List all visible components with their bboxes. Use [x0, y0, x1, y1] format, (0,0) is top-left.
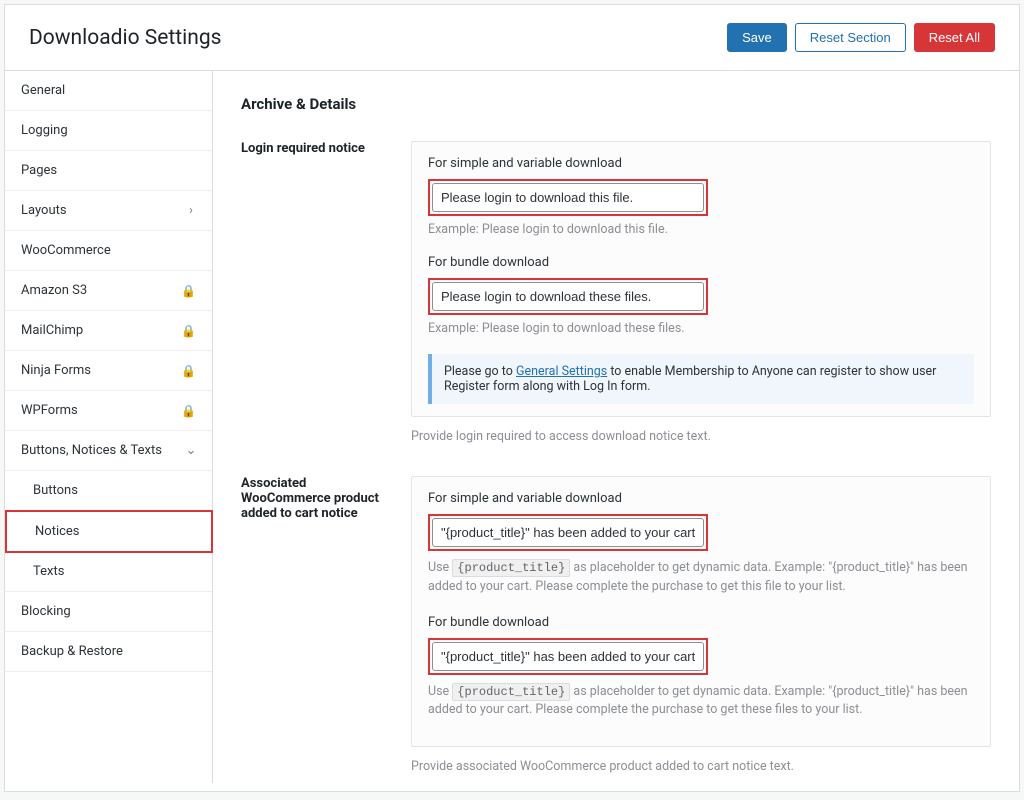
helper-pre: Use	[428, 684, 452, 699]
login-bundle-input[interactable]	[432, 282, 704, 311]
helper-text: Use {product_title} as placeholder to ge…	[428, 559, 974, 597]
field-group-simple: For simple and variable download Use {pr…	[428, 491, 974, 597]
sidebar-item-label: Pages	[21, 163, 57, 178]
sidebar-item-label: Buttons, Notices & Texts	[21, 443, 162, 458]
cart-simple-input[interactable]	[432, 518, 704, 547]
sidebar-item-amazon-s3[interactable]: Amazon S3 🔒	[5, 271, 212, 311]
sidebar-item-layouts[interactable]: Layouts ›	[5, 191, 212, 231]
helper-pre: Use	[428, 560, 452, 575]
sub-label: For simple and variable download	[428, 156, 974, 171]
sidebar-item-label: Ninja Forms	[21, 363, 91, 378]
sidebar: General Logging Pages Layouts › WooCommer…	[5, 71, 213, 783]
sidebar-item-backup-restore[interactable]: Backup & Restore	[5, 632, 212, 672]
example-text: Example: Please login to download this f…	[428, 222, 974, 237]
header-buttons: Save Reset Section Reset All	[727, 23, 995, 52]
save-button[interactable]: Save	[727, 23, 787, 52]
sub-label: For bundle download	[428, 615, 974, 630]
code-placeholder: {product_title}	[452, 683, 570, 701]
code-placeholder: {product_title}	[452, 559, 570, 577]
field-description: Provide login required to access downloa…	[411, 429, 991, 444]
example-text: Example: Please login to download these …	[428, 321, 974, 336]
sidebar-item-texts[interactable]: Texts	[5, 552, 212, 592]
note-text-pre: Please go to	[444, 364, 516, 379]
lock-icon: 🔒	[181, 284, 196, 298]
sidebar-item-label: Amazon S3	[21, 283, 87, 298]
sub-label: For bundle download	[428, 255, 974, 270]
sidebar-item-mailchimp[interactable]: MailChimp 🔒	[5, 311, 212, 351]
lock-icon: 🔒	[181, 324, 196, 338]
field-row-cart-notice: Associated WooCommerce product added to …	[241, 476, 991, 774]
lock-icon: 🔒	[181, 404, 196, 418]
field-label: Login required notice	[241, 141, 393, 156]
section-title: Archive & Details	[241, 95, 991, 113]
field-card: For simple and variable download Example…	[411, 141, 991, 417]
lock-icon: 🔒	[181, 364, 196, 378]
sidebar-item-label: Buttons	[33, 483, 78, 498]
field-group-bundle: For bundle download Example: Please logi…	[428, 255, 974, 336]
sidebar-item-wpforms[interactable]: WPForms 🔒	[5, 391, 212, 431]
sidebar-item-blocking[interactable]: Blocking	[5, 592, 212, 632]
sidebar-item-woocommerce[interactable]: WooCommerce	[5, 231, 212, 271]
info-note: Please go to General Settings to enable …	[428, 354, 974, 404]
general-settings-link[interactable]: General Settings	[516, 364, 607, 379]
chevron-down-icon: ⌄	[186, 446, 196, 456]
login-simple-input[interactable]	[432, 183, 704, 212]
sidebar-item-buttons-notices-texts[interactable]: Buttons, Notices & Texts ⌄	[5, 431, 212, 471]
sidebar-item-ninja-forms[interactable]: Ninja Forms 🔒	[5, 351, 212, 391]
reset-all-button[interactable]: Reset All	[914, 23, 995, 52]
field-label: Associated WooCommerce product added to …	[241, 476, 393, 521]
sidebar-item-logging[interactable]: Logging	[5, 111, 212, 151]
sidebar-item-label: Backup & Restore	[21, 644, 123, 659]
reset-section-button[interactable]: Reset Section	[795, 23, 906, 52]
field-card: For simple and variable download Use {pr…	[411, 476, 991, 747]
field-group-bundle: For bundle download Use {product_title} …	[428, 615, 974, 721]
sidebar-item-label: MailChimp	[21, 323, 83, 338]
field-description: Provide associated WooCommerce product a…	[411, 759, 991, 774]
sidebar-item-buttons[interactable]: Buttons	[5, 471, 212, 511]
highlight-box	[428, 278, 708, 315]
highlight-box	[428, 638, 708, 675]
sidebar-item-label: Layouts	[21, 203, 67, 218]
sidebar-item-pages[interactable]: Pages	[5, 151, 212, 191]
sidebar-item-label: Blocking	[21, 604, 71, 619]
sidebar-item-label: Logging	[21, 123, 68, 138]
main-content: Archive & Details Login required notice …	[213, 71, 1019, 783]
sidebar-item-label: WPForms	[21, 403, 78, 418]
sidebar-item-general[interactable]: General	[5, 71, 212, 111]
sidebar-item-label: Texts	[33, 564, 64, 579]
cart-bundle-input[interactable]	[432, 642, 704, 671]
sub-label: For simple and variable download	[428, 491, 974, 506]
sidebar-item-label: WooCommerce	[21, 243, 111, 258]
sidebar-item-label: General	[21, 83, 65, 98]
chevron-right-icon: ›	[186, 206, 196, 216]
sidebar-item-notices[interactable]: Notices	[5, 510, 213, 553]
highlight-box	[428, 179, 708, 216]
highlight-box	[428, 514, 708, 551]
field-group-simple: For simple and variable download Example…	[428, 156, 974, 237]
helper-text: Use {product_title} as placeholder to ge…	[428, 683, 974, 721]
page-title: Downloadio Settings	[29, 26, 221, 50]
field-row-login-notice: Login required notice For simple and var…	[241, 141, 991, 444]
sidebar-item-label: Notices	[35, 524, 80, 539]
